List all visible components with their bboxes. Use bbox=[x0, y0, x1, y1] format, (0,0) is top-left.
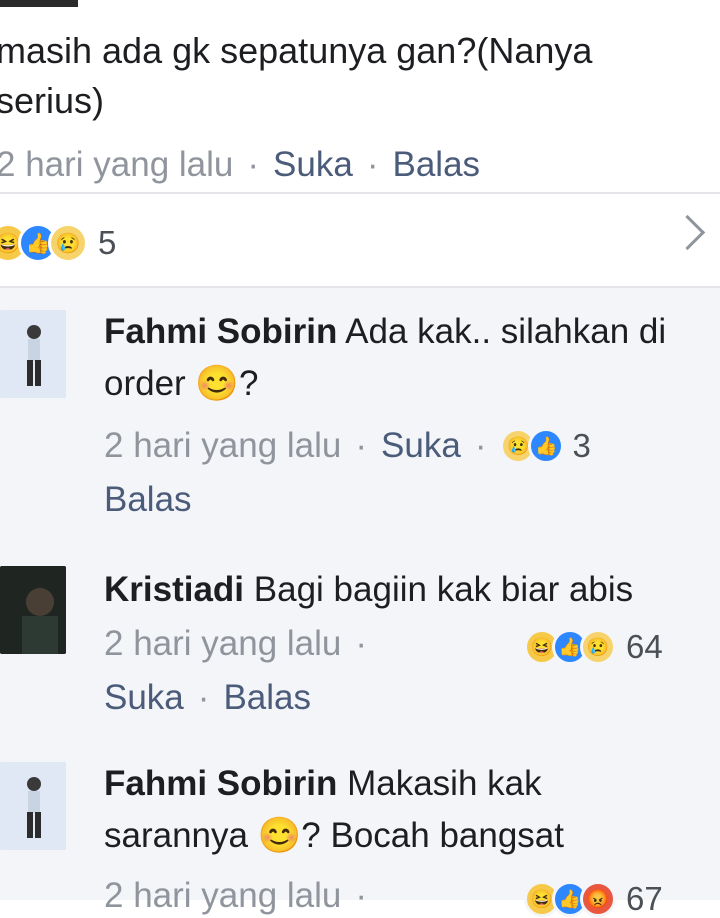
comment-author[interactable]: Fahmi Sobirin bbox=[104, 764, 337, 803]
comment-reactions[interactable]: 😆 👍 😡 67 bbox=[524, 880, 663, 918]
post-text: masih ada gk sepatunya gan?(Nanya serius… bbox=[0, 30, 593, 121]
comment-reactions-count: 67 bbox=[626, 880, 663, 917]
comment-author[interactable]: Fahmi Sobirin bbox=[104, 312, 337, 351]
comment-meta: 2 hari yang lalu · Suka · 😢 👍 3 bbox=[104, 426, 591, 466]
separator-dot: · bbox=[247, 145, 260, 184]
sad-reaction-icon: 😢 bbox=[48, 223, 88, 263]
like-reaction-icon: 👍 bbox=[528, 428, 565, 464]
avatar-image bbox=[0, 762, 66, 850]
avatar[interactable] bbox=[0, 762, 66, 850]
comment-reactions-count[interactable]: 3 bbox=[572, 427, 590, 465]
angry-reaction-icon: 😡 bbox=[580, 881, 616, 917]
post-meta: 2 hari yang lalu · Suka · Balas bbox=[0, 145, 480, 185]
separator-dot: · bbox=[355, 876, 368, 915]
avatar[interactable] bbox=[0, 310, 66, 398]
post-time: 2 hari yang lalu bbox=[0, 145, 234, 184]
sad-reaction-icon: 😢 bbox=[580, 629, 616, 665]
comment-author[interactable]: Kristiadi bbox=[104, 570, 244, 609]
separator-dot: · bbox=[355, 426, 368, 465]
comment-body: Kristiadi Bagi bagiin kak biar abis bbox=[104, 564, 714, 616]
comment-body: Fahmi Sobirin Makasih kak sarannya 😊? Bo… bbox=[104, 758, 664, 862]
comment-reply-link[interactable]: Balas bbox=[104, 480, 192, 520]
comment-time-row: 2 hari yang lalu · bbox=[104, 876, 381, 916]
avatar-image bbox=[0, 310, 66, 398]
avatar[interactable] bbox=[0, 566, 66, 654]
separator-dot: · bbox=[197, 678, 210, 717]
comment-like-link[interactable]: Suka bbox=[381, 426, 461, 466]
separator-dot: · bbox=[366, 145, 379, 184]
divider bbox=[0, 192, 720, 194]
top-bar bbox=[0, 0, 78, 7]
post-like-link[interactable]: Suka bbox=[273, 145, 353, 184]
post-reply-link[interactable]: Balas bbox=[392, 145, 480, 184]
comment-reactions[interactable]: 😆 👍 😢 64 bbox=[524, 628, 663, 666]
comment-actions: Suka · Balas bbox=[104, 678, 311, 718]
comment-time: 2 hari yang lalu bbox=[104, 624, 342, 663]
comment-body: Fahmi Sobirin Ada kak.. silahkan di orde… bbox=[104, 306, 720, 410]
comment-reply-link[interactable]: Balas bbox=[223, 678, 311, 717]
avatar-image bbox=[0, 566, 66, 654]
comment-time: 2 hari yang lalu bbox=[104, 426, 342, 465]
comments-section: Fahmi Sobirin Ada kak.. silahkan di orde… bbox=[0, 288, 720, 917]
separator-dot: · bbox=[355, 624, 368, 663]
comment-text: Bagi bagiin kak biar abis bbox=[253, 570, 634, 609]
comment-time-row: 2 hari yang lalu · bbox=[104, 624, 381, 664]
comment-like-link[interactable]: Suka bbox=[104, 678, 184, 717]
separator-dot: · bbox=[474, 426, 487, 465]
post-reactions-count: 5 bbox=[98, 224, 117, 261]
post-reactions-bar[interactable]: 😆 👍 😢 5 bbox=[0, 208, 720, 278]
comment-reactions-count: 64 bbox=[626, 628, 663, 665]
comment-time: 2 hari yang lalu bbox=[104, 876, 342, 915]
